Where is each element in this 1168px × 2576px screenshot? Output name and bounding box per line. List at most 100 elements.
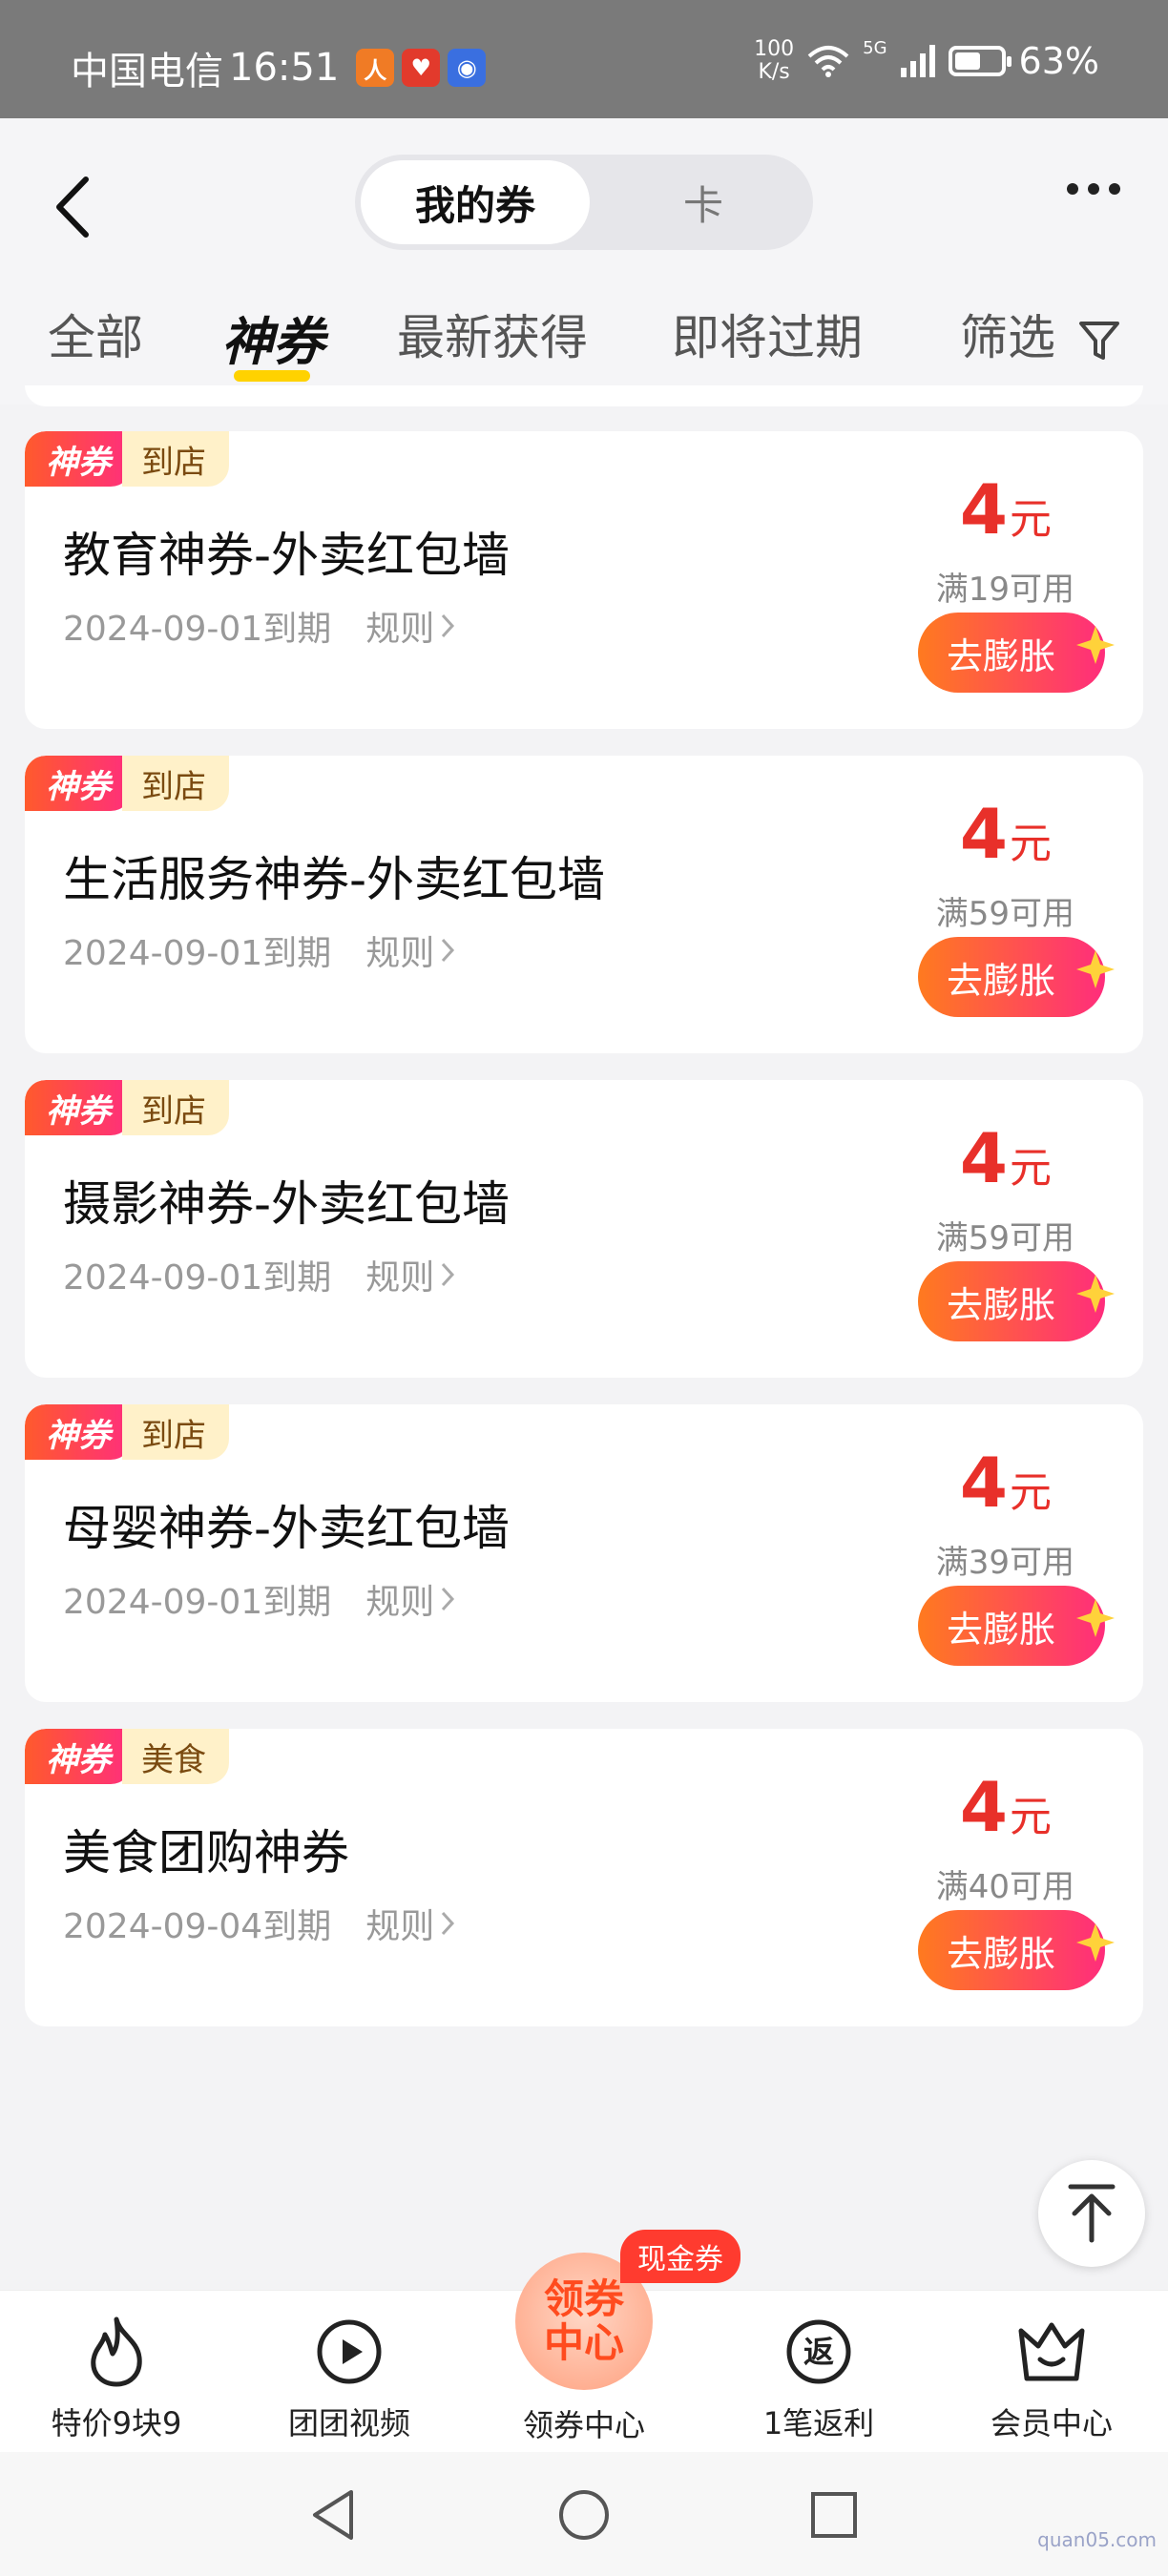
expand-button[interactable]: 去膨胀 bbox=[918, 1261, 1115, 1341]
star-icon bbox=[1076, 1923, 1115, 1962]
active-tab-indicator bbox=[234, 370, 310, 382]
expire-date: 2024-09-01到期 bbox=[63, 610, 332, 649]
expand-button[interactable]: 去膨胀 bbox=[918, 1586, 1115, 1666]
expire-date: 2024-09-04到期 bbox=[63, 1907, 332, 1946]
amount-value: 4 bbox=[959, 1118, 1008, 1198]
category-tag: 到店 bbox=[122, 1404, 229, 1460]
usage-condition: 满39可用 bbox=[935, 1544, 1074, 1582]
shenquan-tag: 神券 bbox=[25, 1404, 132, 1460]
net-speed: 100 K/s bbox=[754, 37, 795, 84]
tab-newest[interactable]: 最新获得 bbox=[397, 300, 588, 368]
expand-button[interactable]: 去膨胀 bbox=[918, 1910, 1115, 1990]
system-nav-bar bbox=[0, 2452, 1168, 2576]
app-notification-icon: 人 bbox=[356, 49, 395, 87]
usage-condition: 满40可用 bbox=[935, 1868, 1074, 1906]
carrier-label: 中国电信 bbox=[71, 50, 223, 93]
system-recents-icon[interactable] bbox=[807, 2486, 861, 2544]
segment-cards[interactable]: 卡 bbox=[594, 155, 813, 250]
amount-unit: 元 bbox=[1010, 820, 1052, 868]
amount-value: 4 bbox=[959, 794, 1008, 874]
amount-unit: 元 bbox=[1010, 1793, 1052, 1841]
coupon-amount: 4 元 bbox=[960, 1118, 1052, 1198]
tab-all[interactable]: 全部 bbox=[48, 300, 143, 368]
status-time: 16:51 bbox=[229, 46, 340, 90]
star-icon bbox=[1076, 1599, 1115, 1637]
filter-tabs: 全部 神券 最新获得 即将过期 筛选 bbox=[0, 290, 1168, 385]
coupon-amount: 4 元 bbox=[960, 1443, 1052, 1523]
shenquan-tag: 神券 bbox=[25, 431, 132, 487]
rule-link[interactable]: 规则 bbox=[365, 1574, 455, 1624]
coupon-card[interactable]: 神券 到店 摄影神券-外卖红包墙 2024-09-01到期 规则 4 元 满59… bbox=[25, 1080, 1143, 1378]
nav-item-bargain[interactable]: 特价9块9 bbox=[21, 2314, 212, 2443]
coupon-card[interactable]: 神券 到店 母婴神券-外卖红包墙 2024-09-01到期 规则 4 元 满39… bbox=[25, 1404, 1143, 1702]
chevron-right-icon bbox=[442, 613, 455, 638]
flame-icon bbox=[91, 2316, 142, 2387]
category-tag: 到店 bbox=[122, 1080, 229, 1135]
system-back-icon[interactable] bbox=[307, 2486, 361, 2544]
rule-link[interactable]: 规则 bbox=[365, 1899, 455, 1948]
previous-card-edge bbox=[25, 385, 1143, 406]
cash-coupon-badge: 现金券 bbox=[620, 2230, 740, 2283]
shenquan-tag: 神券 bbox=[25, 756, 132, 811]
app-notification-icon: ♥ bbox=[402, 49, 441, 87]
segment-my-coupons[interactable]: 我的券 bbox=[361, 160, 590, 244]
amount-unit: 元 bbox=[1010, 495, 1052, 544]
coupon-title: 摄影神券-外卖红包墙 bbox=[63, 1176, 511, 1232]
star-icon bbox=[1076, 626, 1115, 664]
coupon-title: 母婴神券-外卖红包墙 bbox=[63, 1501, 511, 1556]
usage-condition: 满59可用 bbox=[935, 1219, 1074, 1257]
star-icon bbox=[1076, 950, 1115, 988]
shenquan-tag: 神券 bbox=[25, 1729, 132, 1784]
tab-filter[interactable]: 筛选 bbox=[960, 300, 1120, 368]
shenquan-tag: 神券 bbox=[25, 1080, 132, 1135]
amount-value: 4 bbox=[959, 469, 1008, 550]
app-notification-icon: ◉ bbox=[448, 49, 487, 87]
coupon-card[interactable]: 神券 美食 美食团购神券 2024-09-04到期 规则 4 元 满40可用 去… bbox=[25, 1729, 1143, 2026]
coupon-amount: 4 元 bbox=[960, 1767, 1052, 1847]
expand-button[interactable]: 去膨胀 bbox=[918, 937, 1115, 1017]
coupon-center-label[interactable]: 领券中心 bbox=[489, 2401, 679, 2445]
amount-unit: 元 bbox=[1010, 1144, 1052, 1193]
chevron-right-icon bbox=[442, 1587, 455, 1611]
star-icon bbox=[1076, 1275, 1115, 1313]
coupon-card[interactable]: 神券 到店 生活服务神券-外卖红包墙 2024-09-01到期 规则 4 元 满… bbox=[25, 756, 1143, 1053]
expire-date: 2024-09-01到期 bbox=[63, 934, 332, 973]
coupon-title: 教育神券-外卖红包墙 bbox=[63, 528, 511, 583]
nav-item-rebate[interactable]: 返 1笔返利 bbox=[723, 2314, 914, 2443]
crown-icon bbox=[1018, 2322, 1085, 2381]
category-tag: 到店 bbox=[122, 431, 229, 487]
coupon-title: 生活服务神券-外卖红包墙 bbox=[63, 852, 606, 907]
battery-level bbox=[954, 52, 981, 70]
more-icon[interactable] bbox=[1067, 183, 1120, 195]
coupon-amount: 4 元 bbox=[960, 469, 1052, 550]
back-arrow-icon[interactable] bbox=[50, 174, 97, 240]
expand-button[interactable]: 去膨胀 bbox=[918, 613, 1115, 693]
rule-link[interactable]: 规则 bbox=[365, 925, 455, 975]
rebate-icon: 返 bbox=[786, 2319, 851, 2384]
network-type: 5G bbox=[863, 38, 887, 58]
coupon-title: 美食团购神券 bbox=[63, 1825, 349, 1880]
rule-link[interactable]: 规则 bbox=[365, 601, 455, 651]
expire-date: 2024-09-01到期 bbox=[63, 1583, 332, 1622]
tab-expiring[interactable]: 即将过期 bbox=[672, 300, 863, 368]
bottom-nav: 特价9块9 团团视频 领券 中心 现金券 领券中心 返 1笔返利 会员中心 bbox=[0, 2230, 1168, 2452]
chevron-right-icon bbox=[442, 938, 455, 963]
status-bar: 中国电信 16:51 人 ♥ ◉ 100 K/s 5G 63% bbox=[0, 0, 1168, 118]
tab-shenquan[interactable]: 神券 bbox=[221, 300, 324, 375]
usage-condition: 满19可用 bbox=[935, 571, 1074, 609]
arrow-up-icon bbox=[1068, 2184, 1116, 2243]
amount-unit: 元 bbox=[1010, 1468, 1052, 1517]
nav-item-video[interactable]: 团团视频 bbox=[254, 2314, 445, 2443]
battery-percent: 63% bbox=[1018, 40, 1099, 82]
signal-icon bbox=[900, 45, 935, 77]
rule-link[interactable]: 规则 bbox=[365, 1250, 455, 1299]
back-to-top-button[interactable] bbox=[1038, 2160, 1145, 2267]
expire-date: 2024-09-01到期 bbox=[63, 1258, 332, 1298]
amount-value: 4 bbox=[959, 1443, 1008, 1523]
category-tag: 美食 bbox=[122, 1729, 229, 1784]
coupon-card[interactable]: 神券 到店 教育神券-外卖红包墙 2024-09-01到期 规则 4 元 满19… bbox=[25, 431, 1143, 729]
nav-item-member[interactable]: 会员中心 bbox=[956, 2314, 1147, 2443]
watermark: quan05.com bbox=[1037, 2528, 1157, 2551]
system-home-icon[interactable] bbox=[557, 2486, 611, 2544]
svg-text:返: 返 bbox=[803, 2334, 834, 2370]
